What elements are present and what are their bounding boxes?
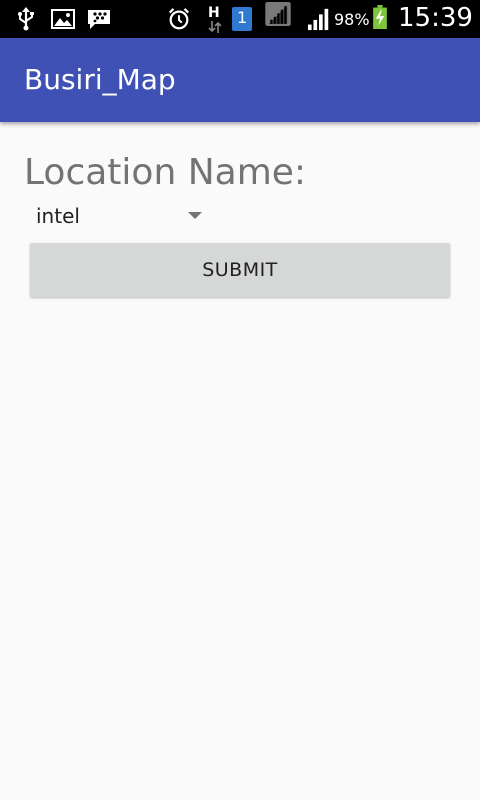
battery-percent: 98% xyxy=(334,10,370,29)
status-bar: H 1 98% 15:39 xyxy=(0,0,480,38)
hspa-data-icon: H xyxy=(206,5,224,33)
location-spinner[interactable]: intel xyxy=(30,200,210,234)
gallery-icon xyxy=(51,9,75,29)
sim-slot-label: 1 xyxy=(237,8,248,27)
submit-button[interactable]: SUBMIT xyxy=(30,243,450,297)
location-name-label: Location Name: xyxy=(24,152,307,193)
signal-1-icon xyxy=(265,2,291,26)
alarm-icon xyxy=(168,8,190,30)
location-selected-value: intel xyxy=(36,204,80,228)
bbm-icon xyxy=(88,10,110,29)
usb-icon xyxy=(18,7,34,31)
dropdown-arrow-icon xyxy=(188,212,202,219)
app-bar: Busiri_Map xyxy=(0,38,480,122)
battery-charging-icon xyxy=(373,5,387,29)
clock: 15:39 xyxy=(398,3,473,33)
app-title: Busiri_Map xyxy=(24,63,176,96)
main-content: Location Name: intel SUBMIT xyxy=(0,122,480,800)
sim-1-icon: 1 xyxy=(232,7,252,31)
signal-2-icon xyxy=(307,8,329,31)
network-type-label: H xyxy=(208,5,220,21)
